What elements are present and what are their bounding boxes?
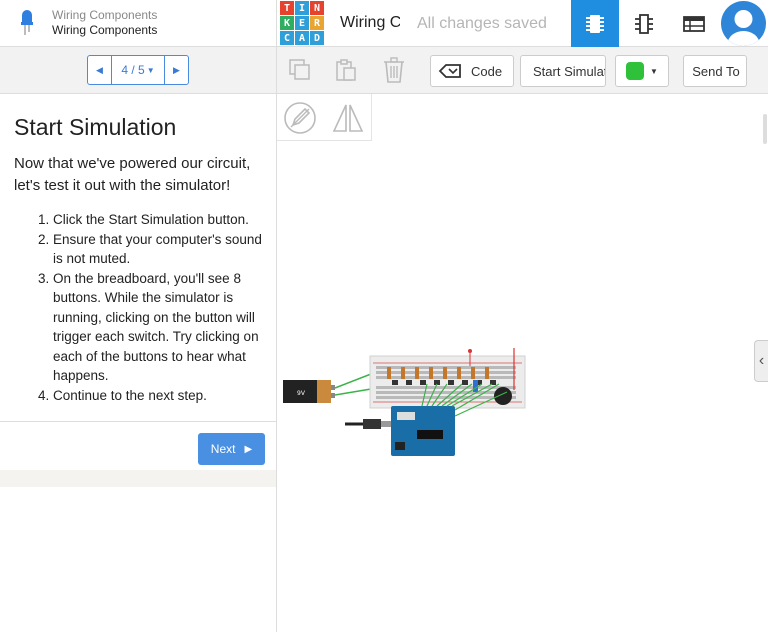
- schematic-view-button[interactable]: [622, 0, 666, 47]
- chip-icon: [586, 14, 604, 33]
- logo-letter: I: [295, 1, 309, 15]
- lesson-panel: Wiring Components Wiring Components ◀ 4 …: [0, 0, 277, 632]
- top-bar: T I N K E R C A D Wiring Components All …: [277, 0, 768, 47]
- step-intro: Now that we've powered our circuit, let'…: [14, 155, 251, 194]
- logo-letter: A: [295, 31, 309, 45]
- breadboard[interactable]: [369, 348, 526, 409]
- send-label: Send To: [692, 63, 740, 79]
- chevron-left-icon: ◀: [96, 64, 103, 75]
- canvas-tools: [277, 94, 372, 141]
- step-instructions: Click the Start Simulation button. Ensur…: [14, 210, 262, 405]
- paste-icon: [336, 59, 356, 81]
- code-icon: [438, 64, 461, 78]
- circuit-view-button[interactable]: [571, 0, 619, 47]
- logo-letter: C: [280, 31, 294, 45]
- schematic-icon: [635, 13, 653, 34]
- paste-button[interactable]: [333, 57, 359, 83]
- instruction-item: Continue to the next step.: [53, 386, 262, 406]
- logo-letter: E: [295, 16, 309, 30]
- user-avatar[interactable]: [721, 1, 766, 46]
- save-status: All changes saved: [417, 15, 547, 32]
- code-button[interactable]: Code: [430, 55, 514, 87]
- step-position: 4 / 5: [121, 63, 145, 77]
- svg-text:9V: 9V: [297, 390, 306, 397]
- instruction-item: Click the Start Simulation button.: [53, 210, 262, 230]
- led-bulb-icon: [18, 10, 36, 36]
- delete-button[interactable]: [381, 57, 407, 83]
- logo-letter: N: [310, 1, 324, 15]
- instruction-item: Ensure that your computer's sound is not…: [53, 230, 262, 269]
- lesson-title: Wiring Components: [52, 23, 158, 37]
- usb-cable[interactable]: [345, 419, 391, 429]
- start-simulation-button[interactable]: Start Simulation: [520, 55, 606, 87]
- caret-down-icon: ▼: [650, 66, 658, 76]
- lesson-header: Wiring Components Wiring Components: [0, 0, 276, 47]
- simulation-label: Start Simulation: [533, 63, 605, 79]
- trash-icon: [384, 57, 404, 83]
- logo-letter: D: [310, 31, 324, 45]
- component-panel-toggle[interactable]: ‹: [754, 340, 768, 382]
- panel-spacer: [0, 470, 276, 487]
- logo-letter: T: [280, 1, 294, 15]
- copy-icon: [289, 59, 310, 80]
- chevron-right-icon: ▶: [173, 64, 180, 75]
- next-step-arrow-button[interactable]: ▶: [165, 56, 188, 84]
- caret-down-icon: ▼: [146, 65, 155, 75]
- editor-toolbar: Code Start Simulation ▼ Send To: [277, 47, 768, 94]
- next-button-label: Next: [210, 442, 236, 456]
- logo-letter: R: [310, 16, 324, 30]
- instruction-item: On the breadboard, you'll see 8 buttons.…: [53, 269, 262, 386]
- code-label: Code: [471, 63, 503, 79]
- running-indicator: [626, 62, 645, 80]
- send-to-button[interactable]: Send To: [683, 55, 747, 87]
- chevron-left-icon: ‹: [758, 352, 765, 369]
- flip-icon[interactable]: [331, 101, 365, 135]
- play-right-icon: ▶: [244, 443, 253, 455]
- component-list-button[interactable]: [672, 0, 716, 47]
- step-content: Start Simulation Now that we've powered …: [0, 94, 276, 422]
- next-step-button[interactable]: Next ▶: [198, 433, 265, 465]
- step-heading: Start Simulation: [14, 114, 177, 140]
- copy-button[interactable]: [287, 57, 313, 83]
- user-icon: [727, 10, 760, 46]
- simulation-dropdown[interactable]: ▼: [615, 55, 669, 87]
- step-select[interactable]: 4 / 5 ▼: [111, 56, 165, 84]
- battery[interactable]: 9V: [283, 380, 335, 403]
- canvas-scrollbar[interactable]: [763, 114, 767, 144]
- tinkercad-app: Wiring Components Wiring Components ◀ 4 …: [0, 0, 768, 632]
- step-pager: ◀ 4 / 5 ▼ ▶: [0, 47, 276, 94]
- table-icon: [683, 15, 705, 32]
- lesson-footer: Next ▶: [0, 421, 276, 470]
- annotate-icon[interactable]: [283, 101, 317, 135]
- circuit-diagram[interactable]: 9V: [277, 342, 537, 482]
- tinkercad-logo[interactable]: T I N K E R C A D: [280, 1, 324, 45]
- prev-step-button[interactable]: ◀: [88, 56, 111, 84]
- lesson-parent-title: Wiring Components: [52, 8, 158, 22]
- logo-letter: K: [280, 16, 294, 30]
- project-name[interactable]: Wiring Components: [340, 14, 400, 32]
- circuit-canvas[interactable]: ‹ 9V: [277, 94, 768, 632]
